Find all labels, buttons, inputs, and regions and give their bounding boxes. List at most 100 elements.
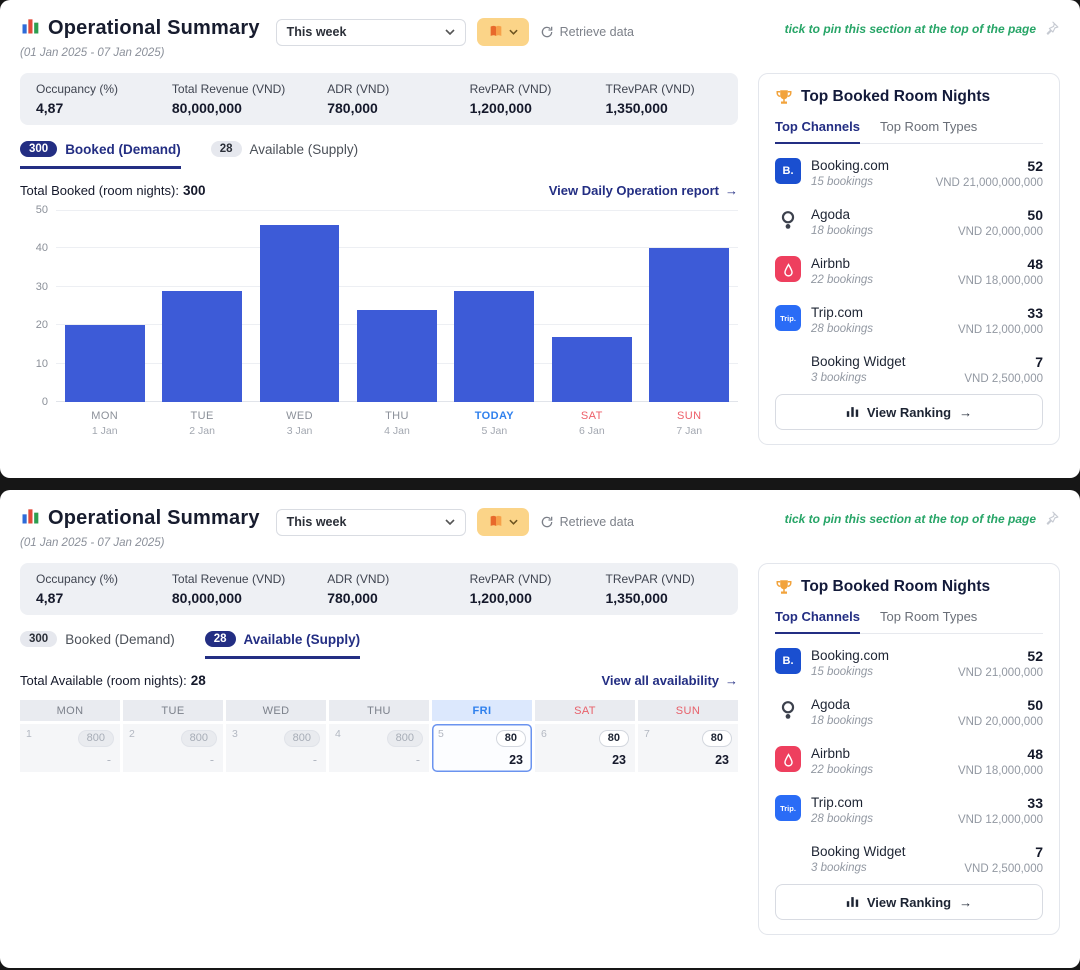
kpi-trevpar: TRevPAR (VND) 1,350,000 xyxy=(606,82,723,116)
tab-booked-demand[interactable]: 300 Booked (Demand) xyxy=(20,141,181,169)
calendar-cell-7[interactable]: 7 80 23 xyxy=(638,724,738,772)
demand-supply-tabs: 300 Booked (Demand) 28 Available (Supply… xyxy=(20,141,738,169)
capacity-pill: 800 xyxy=(284,730,320,747)
calendar-cell-3[interactable]: 3 800 - xyxy=(226,724,326,772)
channel-list: B. Booking.com15 bookings 52VND 21,000,0… xyxy=(775,639,1043,884)
agoda-icon xyxy=(775,207,801,233)
channel-row-airbnb[interactable]: Airbnb22 bookings 48VND 18,000,000 xyxy=(775,247,1043,296)
y-tick: 0 xyxy=(20,396,48,408)
total-booked-label: Total Booked (room nights):300 xyxy=(20,183,206,198)
section-header: Operational Summary (01 Jan 2025 - 07 Ja… xyxy=(20,16,1060,59)
title-group: Operational Summary (01 Jan 2025 - 07 Ja… xyxy=(20,16,260,59)
operational-summary-icon xyxy=(20,506,40,531)
header-controls: This week Retrieve data xyxy=(276,508,634,536)
no-icon-placeholder xyxy=(775,844,801,870)
trophy-icon xyxy=(775,88,793,106)
pin-icon[interactable] xyxy=(1043,510,1060,527)
kpi-adr: ADR (VND) 780,000 xyxy=(327,572,469,606)
period-select[interactable]: This week xyxy=(276,509,466,536)
refresh-icon xyxy=(540,515,554,529)
chevron-down-icon xyxy=(509,519,518,525)
book-icon xyxy=(488,514,504,530)
demand-supply-tabs: 300 Booked (Demand) 28 Available (Supply… xyxy=(20,631,738,659)
chart-bars xyxy=(56,210,738,402)
tab-top-channels[interactable]: Top Channels xyxy=(775,119,860,144)
calendar-cell-5-today[interactable]: 5 80 23 xyxy=(432,724,532,772)
calendar-cell-2[interactable]: 2 800 - xyxy=(123,724,223,772)
chart-bar-today xyxy=(454,291,534,402)
tab-available-supply[interactable]: 28 Available (Supply) xyxy=(211,141,358,169)
channel-row-booking-widget[interactable]: Booking Widget3 bookings 7VND 2,500,000 xyxy=(775,835,1043,884)
period-select[interactable]: This week xyxy=(276,19,466,46)
page-title: Operational Summary xyxy=(48,17,260,40)
channel-row-booking-widget[interactable]: Booking Widget3 bookings 7VND 2,500,000 xyxy=(775,345,1043,394)
guide-book-button[interactable] xyxy=(477,508,529,536)
y-tick: 30 xyxy=(20,281,48,293)
channel-list: B. Booking.com15 bookings 52VND 21,000,0… xyxy=(775,149,1043,394)
panel-tabs: Top Channels Top Room Types xyxy=(775,119,1043,144)
chart-x-labels: MON1 Jan TUE2 Jan WED3 Jan THU4 Jan TODA… xyxy=(56,410,738,437)
date-range-label: (01 Jan 2025 - 07 Jan 2025) xyxy=(20,47,260,59)
pin-hint-text: tick to pin this section at the top of t… xyxy=(785,512,1036,526)
chart-bar-thu xyxy=(357,310,437,402)
channel-row-trip[interactable]: Trip. Trip.com28 bookings 33VND 12,000,0… xyxy=(775,296,1043,345)
tab-top-channels[interactable]: Top Channels xyxy=(775,609,860,634)
period-select-value: This week xyxy=(287,515,347,529)
view-ranking-button[interactable]: View Ranking → xyxy=(775,884,1043,920)
calendar-cell-6[interactable]: 6 80 23 xyxy=(535,724,635,772)
top-booked-room-nights-panel: Top Booked Room Nights Top Channels Top … xyxy=(758,73,1060,445)
capacity-pill: 80 xyxy=(496,730,526,747)
book-icon xyxy=(488,24,504,40)
channel-row-airbnb[interactable]: Airbnb22 bookings 48VND 18,000,000 xyxy=(775,737,1043,786)
capacity-pill: 80 xyxy=(702,730,732,747)
section-header: Operational Summary (01 Jan 2025 - 07 Ja… xyxy=(20,506,1060,549)
guide-book-button[interactable] xyxy=(477,18,529,46)
channel-row-booking[interactable]: B. Booking.com15 bookings 52VND 21,000,0… xyxy=(775,149,1043,198)
calendar-day-header-thu: THU xyxy=(329,700,429,721)
capacity-pill: 800 xyxy=(181,730,217,747)
period-select-value: This week xyxy=(287,25,347,39)
view-daily-operation-link[interactable]: View Daily Operation report → xyxy=(549,183,738,198)
tab-booked-demand[interactable]: 300 Booked (Demand) xyxy=(20,631,175,659)
channel-row-agoda[interactable]: Agoda18 bookings 50VND 20,000,000 xyxy=(775,688,1043,737)
kpi-bar: Occupancy (%) 4,87 Total Revenue (VND) 8… xyxy=(20,563,738,615)
title-group: Operational Summary (01 Jan 2025 - 07 Ja… xyxy=(20,506,260,549)
ranking-bars-icon xyxy=(846,896,859,908)
booked-count-badge: 300 xyxy=(20,631,57,647)
panel-tabs: Top Channels Top Room Types xyxy=(775,609,1043,634)
panel-title: Top Booked Room Nights xyxy=(775,88,1043,106)
view-ranking-button[interactable]: View Ranking → xyxy=(775,394,1043,430)
retrieve-data-button[interactable]: Retrieve data xyxy=(540,515,634,529)
calendar-day-header-mon: MON xyxy=(20,700,120,721)
tab-top-room-types[interactable]: Top Room Types xyxy=(880,609,977,633)
kpi-trevpar: TRevPAR (VND) 1,350,000 xyxy=(606,572,723,606)
tab-available-supply[interactable]: 28 Available (Supply) xyxy=(205,631,360,659)
kpi-total-revenue: Total Revenue (VND) 80,000,000 xyxy=(172,82,327,116)
kpi-revpar: RevPAR (VND) 1,200,000 xyxy=(470,572,606,606)
agoda-icon xyxy=(775,697,801,723)
calendar-day-header-tue: TUE xyxy=(123,700,223,721)
view-all-availability-link[interactable]: View all availability → xyxy=(601,673,738,688)
calendar-cell-1[interactable]: 1 800 - xyxy=(20,724,120,772)
tab-top-room-types[interactable]: Top Room Types xyxy=(880,119,977,143)
channel-row-agoda[interactable]: Agoda18 bookings 50VND 20,000,000 xyxy=(775,198,1043,247)
no-icon-placeholder xyxy=(775,354,801,380)
channel-row-trip[interactable]: Trip. Trip.com28 bookings 33VND 12,000,0… xyxy=(775,786,1043,835)
airbnb-icon xyxy=(775,256,801,282)
arrow-right-icon: → xyxy=(959,895,972,910)
calendar-cell-4[interactable]: 4 800 - xyxy=(329,724,429,772)
chart-bar-mon xyxy=(65,325,145,402)
calendar-day-header-sat: SAT xyxy=(535,700,635,721)
refresh-icon xyxy=(540,25,554,39)
pin-icon[interactable] xyxy=(1043,20,1060,37)
capacity-pill: 800 xyxy=(387,730,423,747)
y-tick: 40 xyxy=(20,242,48,254)
airbnb-icon xyxy=(775,746,801,772)
chart-bar-sat xyxy=(552,337,632,402)
channel-row-booking[interactable]: B. Booking.com15 bookings 52VND 21,000,0… xyxy=(775,639,1043,688)
trophy-icon xyxy=(775,578,793,596)
date-range-label: (01 Jan 2025 - 07 Jan 2025) xyxy=(20,537,260,549)
retrieve-data-button[interactable]: Retrieve data xyxy=(540,25,634,39)
kpi-occupancy: Occupancy (%) 4,87 xyxy=(36,572,172,606)
booked-room-nights-chart: 0 10 20 30 40 50 xyxy=(20,210,738,437)
